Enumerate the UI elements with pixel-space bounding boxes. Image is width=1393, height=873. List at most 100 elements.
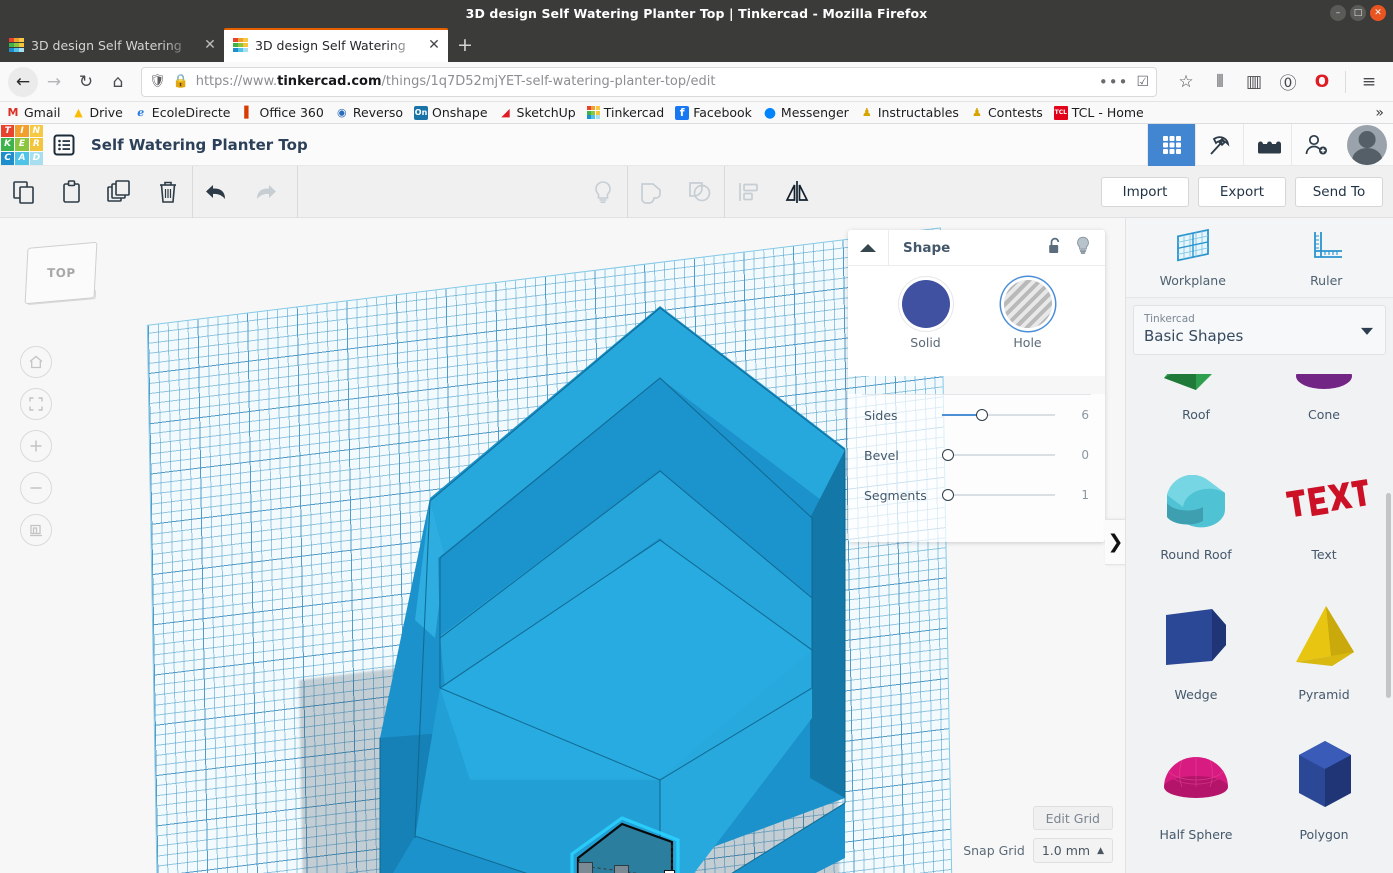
browser-tab-1[interactable]: 3D design Self Watering ✕: [0, 28, 224, 62]
shape-inspector-panel[interactable]: Shape Solid Hole Sides 6 Bevel 0 Segment…: [848, 230, 1105, 542]
mirror-icon[interactable]: [773, 166, 821, 218]
zoom-out-icon[interactable]: [20, 472, 52, 504]
shape-half-sphere[interactable]: Half Sphere: [1132, 708, 1260, 848]
send-to-button[interactable]: Send To: [1295, 176, 1383, 207]
close-button[interactable]: ✕: [1370, 5, 1386, 21]
workplane-tool[interactable]: Workplane: [1126, 218, 1260, 297]
tab-close-icon[interactable]: ✕: [202, 37, 218, 53]
tab-close-icon[interactable]: ✕: [426, 37, 442, 53]
user-avatar[interactable]: [1347, 124, 1387, 165]
shape-library-select[interactable]: Tinkercad Basic Shapes: [1133, 305, 1386, 355]
bookmark-messenger[interactable]: ● Messenger: [763, 105, 849, 121]
account-icon[interactable]: ⓪: [1272, 66, 1304, 98]
shape-polygon[interactable]: Polygon: [1260, 708, 1388, 848]
perspective-toggle-icon[interactable]: [20, 514, 52, 546]
slider-knob[interactable]: [942, 489, 954, 501]
bookmark-office360[interactable]: ▌ Office 360: [242, 105, 324, 120]
edit-grid-button[interactable]: Edit Grid: [1032, 806, 1113, 830]
bookmark-contests[interactable]: ♟ Contests: [970, 105, 1043, 120]
hamburger-list-icon[interactable]: [44, 134, 84, 156]
solid-swatch[interactable]: Solid: [901, 280, 950, 350]
redo-icon[interactable]: [241, 166, 289, 218]
ungroup-icon[interactable]: [676, 166, 724, 218]
bookmark-facebook[interactable]: f Facebook: [675, 105, 752, 120]
home-view-icon[interactable]: [20, 346, 52, 378]
import-button[interactable]: Import: [1101, 176, 1189, 207]
home-icon[interactable]: ⌂: [102, 66, 134, 98]
bookmark-ecoledirecte[interactable]: ℯ EcoleDirecte: [134, 105, 230, 120]
sidebar-icon[interactable]: ▥: [1238, 66, 1270, 98]
snap-grid-select[interactable]: 1.0 mm ▲: [1032, 838, 1113, 863]
library-icon[interactable]: ⦀: [1204, 66, 1236, 98]
codeblocks-pickaxe-icon[interactable]: [1195, 123, 1243, 166]
view-cube[interactable]: TOP: [22, 241, 104, 311]
bevel-value[interactable]: 0: [1063, 448, 1089, 462]
bookmark-gmail[interactable]: M Gmail: [6, 105, 61, 120]
bookmark-instructables[interactable]: ♟ Instructables: [860, 105, 959, 120]
invite-person-icon[interactable]: [1291, 123, 1339, 166]
bricks-icon[interactable]: [1243, 123, 1291, 166]
undo-icon[interactable]: [193, 166, 241, 218]
reload-icon[interactable]: ↻: [70, 66, 102, 98]
opera-extension-icon[interactable]: O: [1306, 66, 1338, 98]
lightbulb-icon[interactable]: [579, 166, 627, 218]
chevron-up-icon[interactable]: [848, 230, 889, 266]
chevron-right-icon[interactable]: ❯: [1105, 519, 1127, 565]
shape-round-roof[interactable]: Round Roof: [1132, 428, 1260, 568]
fit-to-view-icon[interactable]: [20, 388, 52, 420]
bookmark-star-icon[interactable]: ☆: [1170, 66, 1202, 98]
view-cube-top-face[interactable]: TOP: [24, 241, 98, 305]
pocket-icon[interactable]: ☑: [1136, 74, 1149, 90]
lightbulb-icon[interactable]: [1075, 236, 1091, 259]
back-icon[interactable]: ←: [8, 66, 38, 97]
shield-icon[interactable]: 🛡: [149, 74, 166, 89]
copy-icon[interactable]: [0, 166, 48, 218]
bookmark-onshape[interactable]: On Onshape: [414, 105, 488, 120]
segments-slider[interactable]: [942, 488, 1063, 502]
bookmark-reverso[interactable]: ◉ Reverso: [335, 105, 403, 120]
segments-value[interactable]: 1: [1063, 488, 1089, 502]
shape-library-grid[interactable]: Roof Cone Round Roof Text Wedge Pyramid …: [1126, 374, 1393, 873]
height-handle[interactable]: [614, 865, 629, 873]
hole-swatch[interactable]: Hole: [1003, 280, 1052, 350]
zoom-in-icon[interactable]: [20, 430, 52, 462]
url-bar[interactable]: 🛡 🔒 https://www.tinkercad.com/things/1q7…: [141, 66, 1157, 97]
delete-trash-icon[interactable]: [144, 166, 192, 218]
page-title[interactable]: Self Watering Planter Top: [91, 136, 308, 154]
shape-pyramid[interactable]: Pyramid: [1260, 568, 1388, 708]
new-tab-button[interactable]: +: [448, 28, 482, 62]
bookmark-drive[interactable]: ▲ Drive: [71, 105, 123, 120]
shape-wedge[interactable]: Wedge: [1132, 568, 1260, 708]
paste-icon[interactable]: [48, 166, 96, 218]
bookmark-tinkercad[interactable]: Tinkercad: [586, 105, 664, 120]
lock-icon[interactable]: 🔒: [173, 74, 189, 89]
shape-cone[interactable]: Cone: [1260, 374, 1388, 428]
sides-slider[interactable]: [942, 408, 1063, 422]
group-icon[interactable]: [628, 166, 676, 218]
blocks-grid-icon[interactable]: [1147, 123, 1195, 166]
slider-knob[interactable]: [942, 449, 954, 461]
unlocked-padlock-icon[interactable]: [1047, 237, 1063, 259]
chevron-down-icon[interactable]: [1361, 327, 1373, 335]
minimize-button[interactable]: –: [1330, 5, 1346, 21]
bevel-slider[interactable]: [942, 448, 1063, 462]
maximize-button[interactable]: □: [1350, 5, 1366, 21]
forward-icon[interactable]: →: [38, 66, 70, 98]
page-actions-icon[interactable]: •••: [1099, 73, 1129, 91]
shape-text[interactable]: Text: [1260, 428, 1388, 568]
workplane-snap-handle[interactable]: [578, 862, 593, 873]
align-icon[interactable]: [725, 166, 773, 218]
browser-tab-2[interactable]: 3D design Self Watering ✕: [224, 28, 448, 62]
tinkercad-logo[interactable]: T I N K E R C A D: [0, 124, 44, 166]
bookmark-sketchup[interactable]: ◢ SketchUp: [499, 105, 575, 120]
export-button[interactable]: Export: [1198, 176, 1286, 207]
sidebar-scrollbar[interactable]: [1386, 493, 1391, 698]
app-menu-icon[interactable]: ≡: [1353, 66, 1385, 98]
bookmarks-overflow-icon[interactable]: »: [1375, 105, 1387, 121]
bookmark-tcl-home[interactable]: TCL TCL - Home: [1053, 105, 1144, 120]
duplicate-icon[interactable]: [96, 166, 144, 218]
slider-knob[interactable]: [975, 409, 988, 421]
shape-roof[interactable]: Roof: [1132, 374, 1260, 428]
ruler-tool[interactable]: Ruler: [1260, 218, 1393, 297]
sides-value[interactable]: 6: [1063, 408, 1089, 422]
